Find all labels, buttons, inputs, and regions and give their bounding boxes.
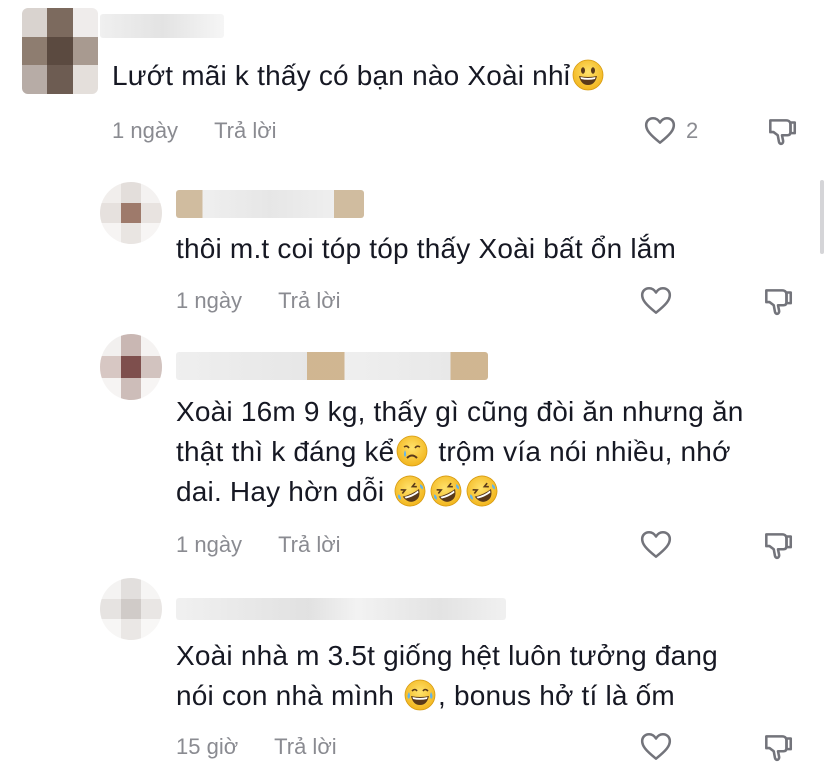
heart-icon[interactable] <box>638 284 674 318</box>
comment-time: 1 ngày <box>176 532 243 557</box>
reply-button[interactable]: Trả lời <box>274 734 337 760</box>
crying-face-icon <box>396 435 428 467</box>
rofl-icon <box>466 475 498 507</box>
comment-text: Xoài nhà m 3.5t giống hệt luôn tưởng đan… <box>176 640 718 711</box>
heart-icon <box>642 114 678 148</box>
dislike-icon[interactable] <box>760 284 796 318</box>
comment-text: Lướt mãi k thấy có bạn nào Xoài nhỉ <box>112 56 606 96</box>
avatar[interactable] <box>100 578 162 640</box>
dislike-icon[interactable] <box>760 528 796 562</box>
comment-time: 15 giờ <box>176 734 239 759</box>
username-blurred[interactable] <box>100 14 224 38</box>
comment-meta: 1 ngày Trả lời <box>176 288 341 314</box>
reply-button[interactable]: Trả lời <box>214 118 277 144</box>
comment-meta: 15 giờ Trả lời <box>176 734 337 760</box>
scrollbar[interactable] <box>820 180 824 254</box>
rofl-icon <box>430 475 462 507</box>
comment-meta: 1 ngày Trả lời <box>112 118 277 144</box>
comment-time: 1 ngày <box>176 288 243 313</box>
dislike-icon[interactable] <box>764 114 800 148</box>
username-blurred[interactable] <box>176 352 488 380</box>
rofl-icon <box>394 475 426 507</box>
username-blurred[interactable] <box>176 190 364 218</box>
comment-text: Xoài 16m 9 kg, thấy gì cũng đòi ăn nhưng… <box>176 392 744 512</box>
heart-icon[interactable] <box>638 528 674 562</box>
comment-time: 1 ngày <box>112 118 179 143</box>
tears-of-joy-icon <box>404 679 436 711</box>
reply-button[interactable]: Trả lời <box>278 288 341 314</box>
username-blurred[interactable] <box>176 598 506 620</box>
heart-icon[interactable] <box>638 730 674 764</box>
comment-text: thôi m.t coi tóp tóp thấy Xoài bất ổn lắ… <box>176 233 677 264</box>
avatar[interactable] <box>100 182 162 244</box>
like-button[interactable]: 2 <box>642 114 698 148</box>
like-count: 2 <box>686 118 699 143</box>
reply-button[interactable]: Trả lời <box>278 532 341 558</box>
dislike-icon[interactable] <box>760 730 796 764</box>
grinning-face-icon <box>572 59 604 91</box>
comment-meta: 1 ngày Trả lời <box>176 532 341 558</box>
avatar[interactable] <box>100 334 162 400</box>
avatar[interactable] <box>22 8 98 94</box>
